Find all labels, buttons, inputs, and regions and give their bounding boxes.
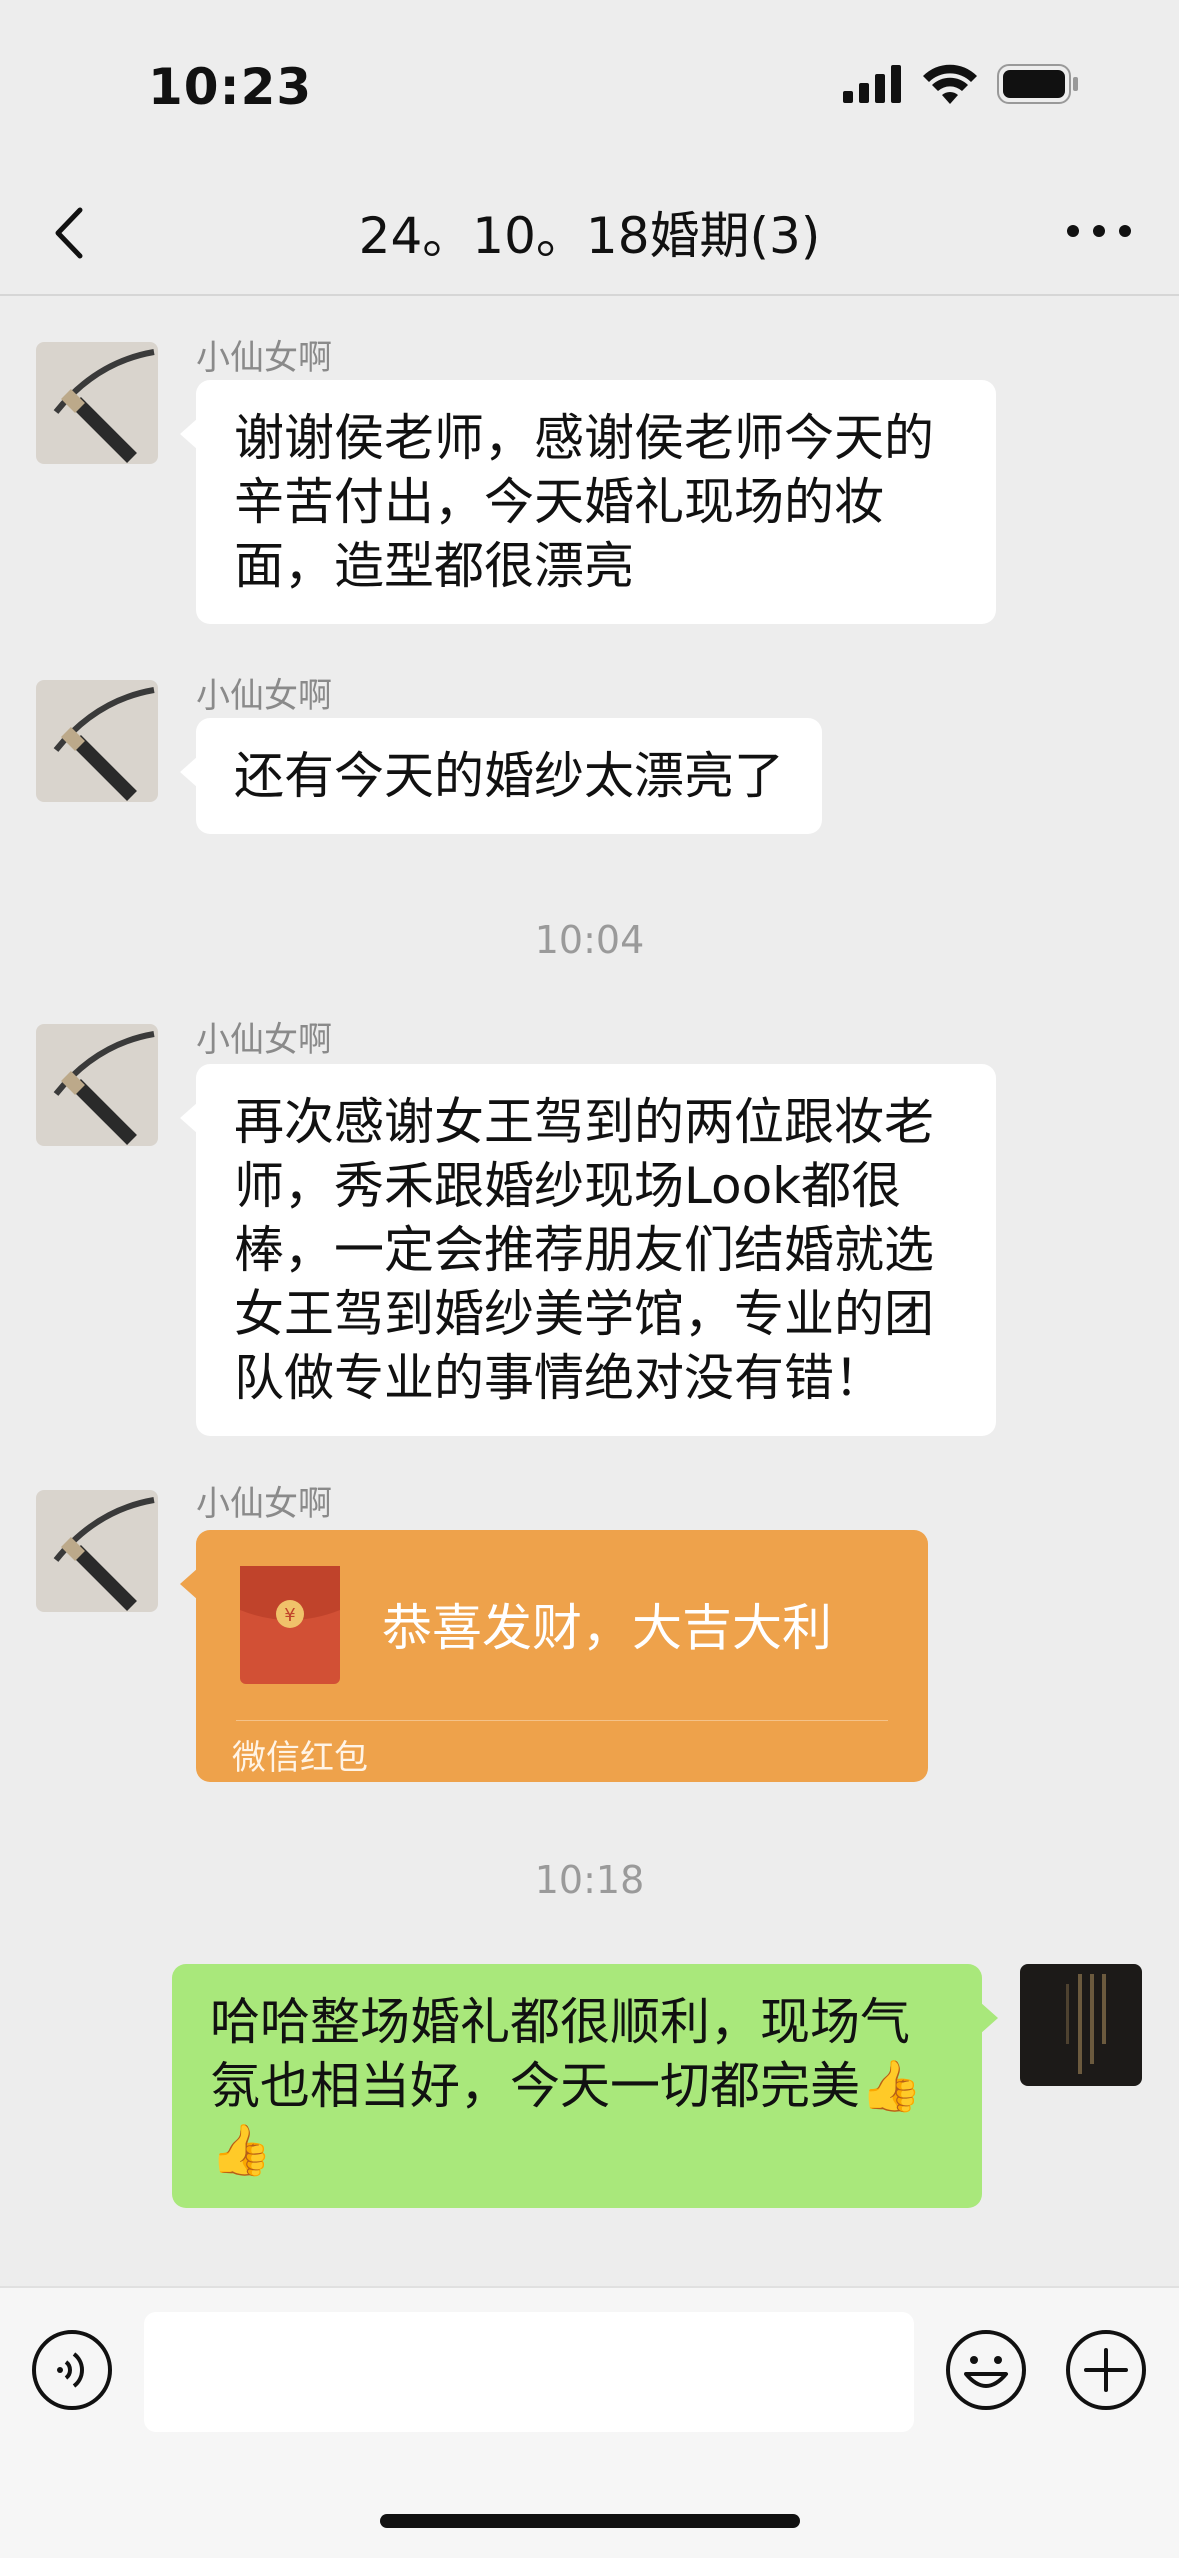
avatar[interactable] <box>36 1490 158 1612</box>
avatar[interactable] <box>36 1024 158 1146</box>
message-bubble[interactable]: 还有今天的婚纱太漂亮了 <box>180 718 822 834</box>
avatar[interactable] <box>36 342 158 464</box>
message-bubble[interactable]: 谢谢侯老师，感谢侯老师今天的辛苦付出，今天婚礼现场的妆面，造型都很漂亮 <box>180 380 996 624</box>
plus-icon[interactable] <box>1064 2328 1148 2412</box>
chat-title: 24。10。18婚期(3) <box>358 207 821 265</box>
chat-header: 24。10。18婚期(3) <box>0 170 1179 296</box>
timestamp: 10:04 <box>534 918 645 962</box>
yuan-icon: ¥ <box>284 1605 295 1626</box>
voice-icon[interactable] <box>30 2328 114 2412</box>
message-input[interactable] <box>144 2312 914 2432</box>
timestamp: 10:18 <box>534 1858 645 1902</box>
red-packet-title: 恭喜发财，大吉大利 <box>382 1599 832 1657</box>
emoji-icon[interactable] <box>944 2328 1028 2412</box>
home-indicator[interactable] <box>380 2514 800 2528</box>
sender-name: 小仙女啊 <box>196 1484 332 1524</box>
my-message-bubble[interactable]: 哈哈整场婚礼都很顺利，现场气氛也相当好，今天一切都完美👍👍 <box>172 1964 998 2208</box>
avatar[interactable] <box>36 680 158 802</box>
sender-name: 小仙女啊 <box>196 676 332 716</box>
red-packet[interactable]: ¥ 恭喜发财，大吉大利 微信红包 <box>180 1530 928 1782</box>
message-bubble[interactable]: 再次感谢女王驾到的两位跟妆老师，秀禾跟婚纱现场Look都很棒，一定会推荐朋友们结… <box>180 1064 996 1436</box>
divider <box>236 1720 888 1721</box>
status-time: 10:23 <box>148 58 313 116</box>
battery-icon <box>997 64 1078 104</box>
sender-name: 小仙女啊 <box>196 338 332 378</box>
sender-name: 小仙女啊 <box>196 1020 332 1060</box>
message-list[interactable]: 小仙女啊 谢谢侯老师，感谢侯老师今天的辛苦付出，今天婚礼现场的妆面，造型都很漂亮… <box>0 296 1179 2286</box>
red-packet-label: 微信红包 <box>232 1738 368 1778</box>
status-icons <box>843 64 1079 104</box>
wifi-icon <box>923 64 977 104</box>
signal-icon <box>843 65 901 103</box>
my-avatar[interactable] <box>1020 1964 1142 2086</box>
status-bar: 10:23 <box>0 0 1179 170</box>
more-dots-icon[interactable] <box>1059 196 1139 266</box>
red-packet-icon: ¥ <box>240 1566 340 1684</box>
